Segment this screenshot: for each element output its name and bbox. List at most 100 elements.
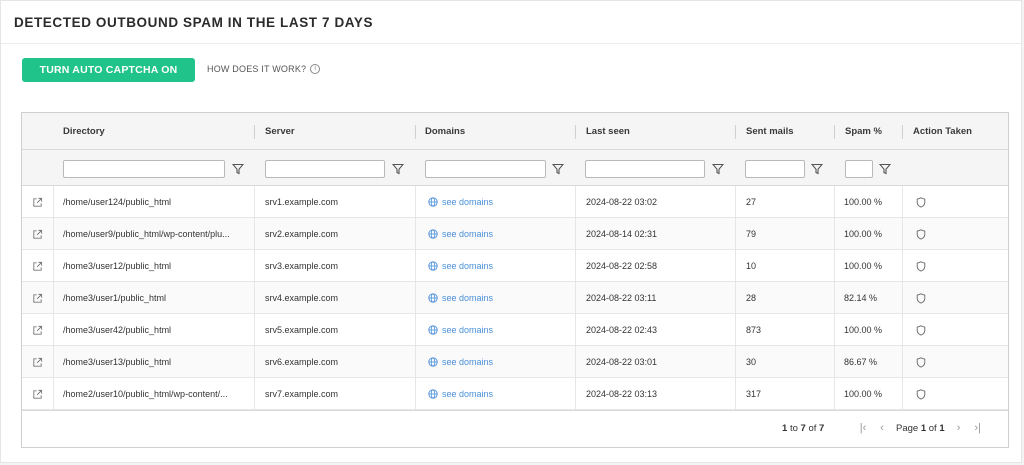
cell-last-seen: 2024-08-22 02:58 <box>586 261 658 271</box>
turn-auto-captcha-on-button[interactable]: TURN AUTO CAPTCHA ON <box>22 58 195 82</box>
column-divider <box>575 346 576 377</box>
open-row-button[interactable] <box>22 314 53 346</box>
spam-panel: DETECTED OUTBOUND SPAM IN THE LAST 7 DAY… <box>0 0 1023 463</box>
external-link-icon <box>33 357 43 367</box>
see-domains-link[interactable]: see domains <box>428 261 493 271</box>
filter-icon[interactable] <box>231 162 245 175</box>
previous-page-icon[interactable]: ‹ <box>877 421 887 435</box>
last-page-icon[interactable]: ›| <box>973 421 983 435</box>
last-seen-filter-input[interactable] <box>585 160 705 178</box>
see-domains-link[interactable]: see domains <box>428 325 493 335</box>
cell-action-taken <box>916 250 956 282</box>
range-from: 1 <box>782 423 788 434</box>
see-domains-link[interactable]: see domains <box>428 293 493 303</box>
column-divider <box>575 186 576 217</box>
column-divider <box>735 282 736 313</box>
shield-icon[interactable] <box>916 292 926 304</box>
cell-server: srv2.example.com <box>265 229 339 239</box>
column-header-last-seen[interactable]: Last seen <box>576 113 630 150</box>
column-divider <box>415 346 416 377</box>
external-link-icon <box>33 325 43 335</box>
sent-mails-filter-input[interactable] <box>745 160 805 178</box>
cell-action-taken <box>916 346 956 378</box>
column-header-action-taken[interactable]: Action Taken <box>903 113 972 150</box>
cell-action-taken <box>916 218 956 250</box>
table-footer: 1 to 7 of 7 |‹ ‹ Page 1 of 1 › ›| <box>22 410 1008 447</box>
column-header-sent-mails[interactable]: Sent mails <box>736 113 794 150</box>
first-page-icon[interactable]: |‹ <box>858 421 868 435</box>
column-divider <box>834 314 835 345</box>
shield-icon[interactable] <box>916 388 926 400</box>
shield-icon[interactable] <box>916 260 926 272</box>
column-header-directory[interactable]: Directory <box>53 113 105 150</box>
cell-sent-mails: 28 <box>746 293 757 303</box>
column-divider <box>415 282 416 313</box>
cell-last-seen: 2024-08-22 03:01 <box>586 357 658 367</box>
column-divider <box>254 250 255 281</box>
column-header-server[interactable]: Server <box>255 113 295 150</box>
cell-directory: /home2/user10/public_html/wp-content/... <box>63 389 228 399</box>
shield-icon[interactable] <box>916 228 926 240</box>
spam-percent-filter-input[interactable] <box>845 160 873 178</box>
globe-icon <box>428 389 438 399</box>
filter-icon[interactable] <box>810 162 824 175</box>
column-divider <box>53 218 54 249</box>
globe-icon <box>428 229 438 239</box>
column-divider <box>834 346 835 377</box>
shield-icon[interactable] <box>916 196 926 208</box>
next-page-icon[interactable]: › <box>954 421 964 435</box>
table-row[interactable]: /home/user124/public_html srv1.example.co… <box>22 186 1008 218</box>
cell-last-seen: 2024-08-22 03:13 <box>586 389 658 399</box>
column-header-domains[interactable]: Domains <box>415 113 465 150</box>
external-link-icon <box>33 261 43 271</box>
range-total: 7 <box>819 423 825 434</box>
directory-filter-input[interactable] <box>63 160 225 178</box>
cell-sent-mails: 317 <box>746 389 762 399</box>
title-divider <box>1 43 1023 44</box>
table-row[interactable]: /home3/user42/public_html srv5.example.co… <box>22 314 1008 346</box>
filter-icon[interactable] <box>711 162 725 175</box>
table-row[interactable]: /home3/user13/public_html srv6.example.co… <box>22 346 1008 378</box>
column-divider <box>902 378 903 409</box>
open-row-button[interactable] <box>22 186 53 218</box>
column-divider <box>735 186 736 217</box>
see-domains-link[interactable]: see domains <box>428 389 493 399</box>
see-domains-link[interactable]: see domains <box>428 357 493 367</box>
filter-icon[interactable] <box>551 162 565 175</box>
table-row[interactable]: /home3/user12/public_html srv3.example.co… <box>22 250 1008 282</box>
range-of-word: of <box>808 423 817 434</box>
table-row[interactable]: /home3/user1/public_html srv4.example.com… <box>22 282 1008 314</box>
open-row-button[interactable] <box>22 218 53 250</box>
cell-sent-mails: 79 <box>746 229 757 239</box>
column-divider <box>53 186 54 217</box>
shield-icon[interactable] <box>916 356 926 368</box>
page-current: 1 <box>920 422 927 434</box>
column-divider <box>834 218 835 249</box>
how-does-it-work-link[interactable]: HOW DOES IT WORK? i <box>207 64 321 74</box>
shield-icon[interactable] <box>916 324 926 336</box>
open-row-button[interactable] <box>22 282 53 314</box>
column-divider <box>415 218 416 249</box>
filter-icon[interactable] <box>878 162 892 175</box>
table-row[interactable]: /home/user9/public_html/wp-content/plu..… <box>22 218 1008 250</box>
cell-spam-percent: 100.00 % <box>844 325 883 335</box>
filter-icon[interactable] <box>391 162 405 175</box>
open-row-button[interactable] <box>22 250 53 282</box>
open-row-button[interactable] <box>22 346 53 378</box>
server-filter-input[interactable] <box>265 160 385 178</box>
cell-last-seen: 2024-08-22 02:43 <box>586 325 658 335</box>
external-link-icon <box>33 197 43 207</box>
cell-server: srv1.example.com <box>265 197 339 207</box>
column-divider <box>735 378 736 409</box>
column-divider <box>834 186 835 217</box>
see-domains-link[interactable]: see domains <box>428 229 493 239</box>
domains-filter-input[interactable] <box>425 160 546 178</box>
globe-icon <box>428 325 438 335</box>
column-header-spam-percent[interactable]: Spam % <box>835 113 882 150</box>
globe-icon <box>428 357 438 367</box>
cell-sent-mails: 10 <box>746 261 757 271</box>
table-row[interactable]: /home2/user10/public_html/wp-content/...… <box>22 378 1008 410</box>
globe-icon <box>428 197 438 207</box>
open-row-button[interactable] <box>22 378 53 410</box>
see-domains-link[interactable]: see domains <box>428 197 493 207</box>
